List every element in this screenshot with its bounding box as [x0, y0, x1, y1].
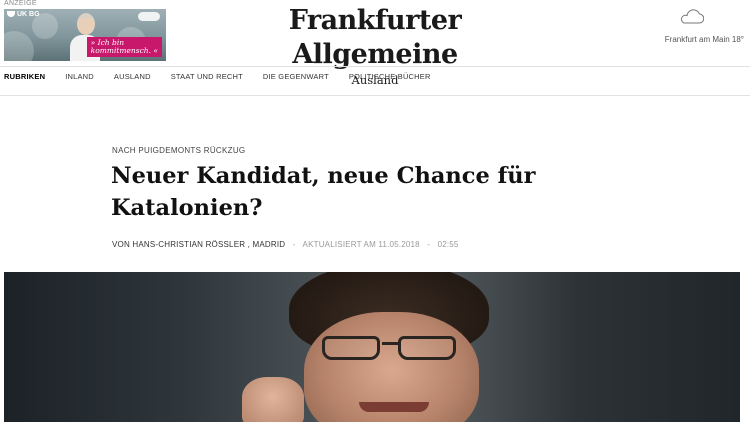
- header-divider: [0, 66, 750, 67]
- nav-item-die-gegenwart[interactable]: DIE GEGENWART: [263, 72, 329, 81]
- cloud-icon: [680, 9, 704, 24]
- byline-updated: AKTUALISIERT AM 11.05.2018: [302, 240, 420, 249]
- weather-location-temp: Frankfurt am Main 18°: [664, 35, 744, 44]
- ad-label: ANZEIGE: [4, 0, 37, 7]
- section-nav: RUBRIKEN INLAND AUSLAND STAAT UND RECHT …: [4, 72, 451, 81]
- nav-item-staat-und-recht[interactable]: STAAT UND RECHT: [171, 72, 243, 81]
- ad-brand: UK BG: [17, 11, 40, 18]
- ad-banner[interactable]: UK BG » Ich bin kommitmensch. «: [4, 9, 166, 61]
- nav-item-inland[interactable]: INLAND: [65, 72, 94, 81]
- nav-item-politische-buecher[interactable]: POLITISCHE BÜCHER: [349, 72, 431, 81]
- byline-separator: -: [427, 240, 431, 249]
- nav-item-rubriken[interactable]: RUBRIKEN: [4, 72, 45, 81]
- nav-item-ausland[interactable]: AUSLAND: [114, 72, 151, 81]
- ad-slogan: » Ich bin kommitmensch. «: [86, 36, 162, 57]
- ad-seal: [138, 12, 160, 21]
- ad-logo: UK BG: [7, 11, 40, 18]
- nav-divider: [0, 95, 750, 96]
- ukbg-logo-icon: [7, 11, 15, 17]
- glasses: [322, 336, 482, 362]
- byline-separator: -: [292, 240, 296, 249]
- article-byline: VON HANS-CHRISTIAN RÖSSLER , MADRID - AK…: [112, 240, 459, 249]
- masthead-logo[interactable]: Frankfurter Allgemeine: [220, 4, 530, 72]
- byline-author[interactable]: VON HANS-CHRISTIAN RÖSSLER , MADRID: [112, 240, 285, 249]
- byline-time: 02:55: [437, 240, 459, 249]
- ad-slogan-line2: kommitmensch. «: [90, 45, 158, 55]
- article-lead-image[interactable]: [4, 272, 740, 422]
- ad-decor: [4, 31, 34, 61]
- article-headline: Neuer Kandidat, neue Chance für Kataloni…: [111, 163, 536, 221]
- article-kicker: NACH PUIGDEMONTS RÜCKZUG: [112, 146, 246, 155]
